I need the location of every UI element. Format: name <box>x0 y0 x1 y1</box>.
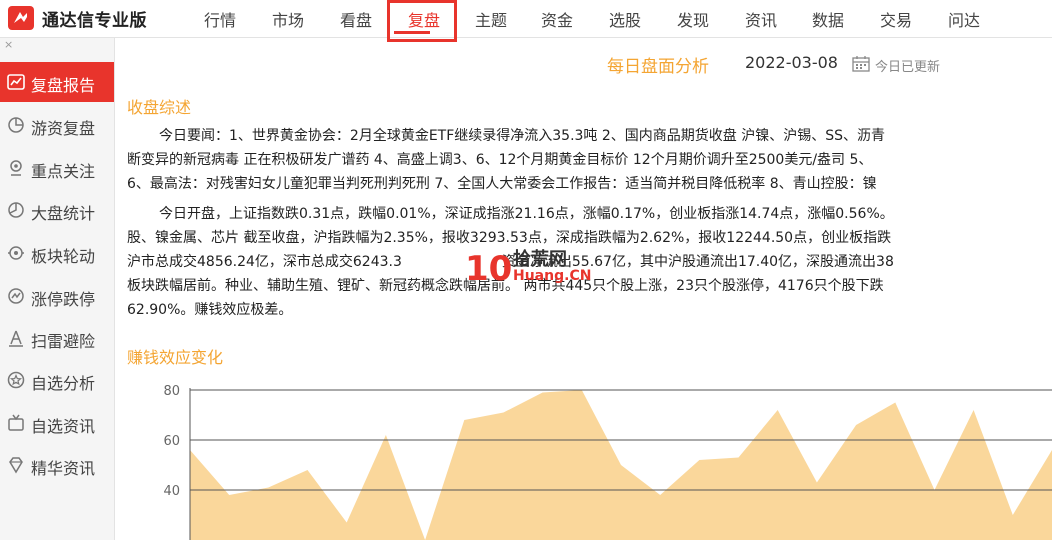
chart-y-tick-label: 60 <box>163 434 180 449</box>
tv-icon <box>8 414 24 431</box>
pie-icon <box>8 117 24 133</box>
sidebar-item-focus[interactable]: 重点关注 <box>0 148 114 188</box>
nav-item-theme[interactable]: 主题 <box>475 7 507 31</box>
sidebar-item-label: 自选分析 <box>31 374 96 393</box>
sidebar: × 复盘报告 游资复盘 重点关注 大盘统计 板块轮动 涨停跌停 扫雷避险 自选分… <box>0 38 115 540</box>
watermark-logo-icon: 10 <box>465 249 512 289</box>
sidebar-item-label: 精华资讯 <box>31 459 96 478</box>
sidebar-item-label: 扫雷避险 <box>31 332 96 351</box>
top-bar: 通达信专业版 行情 市场 看盘 复盘 主题 资金 选股 发现 资讯 数据 交易 … <box>0 0 1052 42</box>
chart-section-title: 赚钱效应变化 <box>127 348 224 367</box>
sidebar-close-icon[interactable]: × <box>4 38 13 51</box>
sidebar-item-risk-avoid[interactable]: 扫雷避险 <box>0 318 114 358</box>
report-date: 2022-03-08 <box>745 53 838 72</box>
sidebar-item-label: 板块轮动 <box>31 247 96 266</box>
profit-effect-chart: 80 60 40 <box>163 384 1052 540</box>
nav-item-watch[interactable]: 看盘 <box>340 7 372 31</box>
news-line: 6、最高法：对残害妇女儿童犯罪当判死刑判死刑 7、全国人大常委会工作报告：适当简… <box>127 176 877 192</box>
app-title: 通达信专业版 <box>42 11 147 31</box>
nav-item-market[interactable]: 市场 <box>272 7 304 31</box>
nav-item-stock-picker[interactable]: 选股 <box>609 7 641 31</box>
diamond-icon <box>9 457 23 474</box>
pie-chart-icon <box>8 202 24 218</box>
sidebar-item-label: 复盘报告 <box>31 76 96 95</box>
nav-item-discover[interactable]: 发现 <box>677 7 709 31</box>
news-paragraph: 今日要闻：1、世界黄金协会：2月全球黄金ETF继续录得净流入35.3吨 2、国内… <box>127 124 1052 196</box>
update-status: 今日已更新 <box>875 60 941 75</box>
sidebar-item-label: 自选资讯 <box>31 417 96 436</box>
star-icon <box>7 371 25 389</box>
sidebar-item-review-report[interactable]: 复盘报告 <box>0 62 114 102</box>
sidebar-item-sector-rotation[interactable]: 板块轮动 <box>0 233 114 273</box>
nav-item-news[interactable]: 资讯 <box>745 7 777 31</box>
report-title: 每日盘面分析 <box>607 57 709 77</box>
highlight-box <box>387 0 457 42</box>
sidebar-item-label: 游资复盘 <box>31 119 96 138</box>
sidebar-item-label: 重点关注 <box>31 162 96 181</box>
report-icon <box>7 74 25 90</box>
nav-item-ask[interactable]: 问达 <box>948 7 980 31</box>
main-content: 每日盘面分析 2022-03-08 今日已更新 收盘综述 今日要闻：1、世界黄金… <box>115 38 1052 540</box>
rotate-icon <box>8 246 24 260</box>
nav-item-trade[interactable]: 交易 <box>880 7 912 31</box>
focus-icon <box>10 160 22 176</box>
watermark-url: Huang.CN <box>513 268 592 284</box>
sidebar-item-watchlist-news[interactable]: 自选资讯 <box>0 403 114 443</box>
watermark-logo-text: 10 <box>465 249 511 289</box>
sidebar-item-limit-up-down[interactable]: 涨停跌停 <box>0 276 114 316</box>
open-line: 沪市总成交4856.24亿，深市总成交6243.3 <box>127 254 402 270</box>
sidebar-item-label: 大盘统计 <box>31 204 96 223</box>
triangle-a-icon <box>9 330 23 347</box>
chart-y-tick-label: 80 <box>163 384 180 399</box>
news-line: 断变异的新冠病毒 正在积极研发广谱药 4、高盛上调3、6、12个月期黄金目标价 … <box>127 152 873 168</box>
sidebar-item-hot-money[interactable]: 游资复盘 <box>0 105 114 145</box>
calendar-icon[interactable] <box>852 55 870 72</box>
limit-icon <box>8 288 24 304</box>
sidebar-item-label: 涨停跌停 <box>31 290 96 309</box>
sidebar-item-watchlist-analysis[interactable]: 自选分析 <box>0 360 114 400</box>
open-line: 62.90%。赚钱效应极差。 <box>127 302 293 318</box>
app-logo-icon <box>8 6 34 30</box>
summary-section-title: 收盘综述 <box>127 98 192 117</box>
nav-item-funds[interactable]: 资金 <box>541 7 573 31</box>
news-line: 今日要闻：1、世界黄金协会：2月全球黄金ETF继续录得净流入35.3吨 2、国内… <box>159 128 886 144</box>
chart-y-tick-label: 40 <box>163 484 180 499</box>
nav-item-data[interactable]: 数据 <box>812 7 844 31</box>
sidebar-item-market-stats[interactable]: 大盘统计 <box>0 190 114 230</box>
nav-item-quotes[interactable]: 行情 <box>204 7 236 31</box>
sidebar-item-featured-news[interactable]: 精华资讯 <box>0 445 114 485</box>
open-line: 今日开盘，上证指数跌0.31点，跌幅0.01%，深证成指涨21.16点，涨幅0.… <box>159 206 894 222</box>
watermark: 10 拾荒网 Huang.CN <box>463 242 591 292</box>
